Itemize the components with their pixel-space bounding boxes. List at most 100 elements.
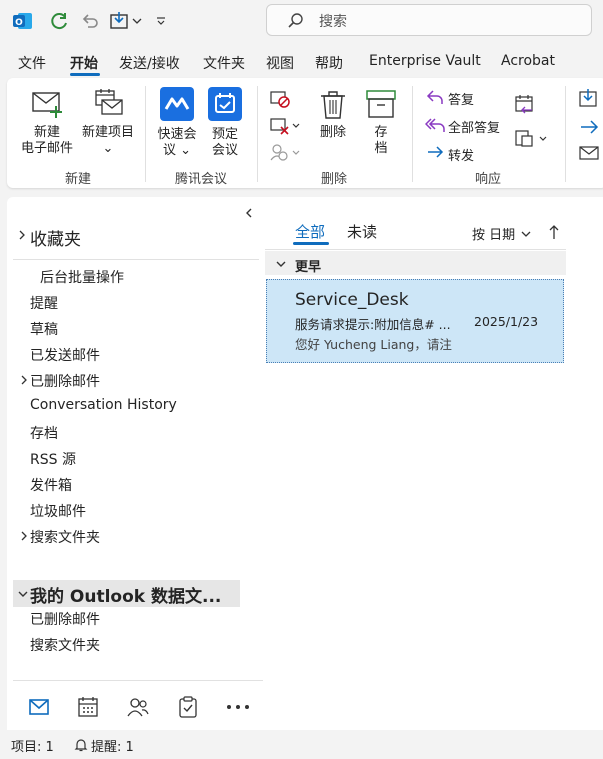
schedule-meeting-icon (208, 87, 242, 121)
active-tab-indicator (70, 73, 100, 76)
status-bar: 项目: 1 提醒: 1 (0, 730, 603, 759)
svg-text:O: O (15, 18, 23, 28)
chevron-down-icon[interactable] (17, 588, 29, 602)
reply-all-icon (425, 118, 445, 132)
favorites-header[interactable]: 收藏夹 (30, 225, 81, 250)
item-count: 项目: 1 (11, 740, 54, 755)
new-item-dropdown-icon: ⌄ (102, 141, 114, 156)
tab-enterprise-vault[interactable]: Enterprise Vault (369, 53, 481, 69)
search-placeholder: 搜索 (319, 14, 347, 30)
search-icon (288, 13, 303, 28)
sort-direction-icon[interactable] (548, 224, 560, 240)
forward-label: 转发 (448, 149, 475, 164)
undo-icon[interactable] (78, 10, 102, 32)
chevron-right-icon[interactable] (18, 229, 26, 244)
filter-active-indicator (293, 242, 329, 245)
divider (13, 259, 259, 260)
chevron-right-icon[interactable] (20, 374, 28, 389)
folder-item[interactable]: 发件箱 (30, 475, 72, 495)
folder-item[interactable]: 已发送邮件 (30, 345, 100, 365)
schedule-meeting-label-2: 会议 (211, 143, 238, 158)
archive-label-1: 存 (374, 125, 388, 140)
tab-file[interactable]: 文件 (18, 53, 46, 73)
new-email-label-1: 新建 (33, 125, 60, 140)
clean-up-icon[interactable] (269, 115, 303, 137)
tab-help[interactable]: 帮助 (315, 53, 343, 73)
filter-unread-tab[interactable]: 未读 (347, 221, 377, 242)
title-bar: O 搜索 (0, 0, 603, 44)
folder-item[interactable]: 搜索文件夹 (30, 635, 100, 655)
reply-all-label: 全部答复 (448, 121, 501, 136)
people-nav-icon[interactable] (126, 695, 150, 719)
message-list-pane: 全部 未读 按 日期 更早 Service_Desk 服务请求提示:附加信息# … (263, 197, 603, 730)
reply-all-button[interactable]: 全部答复 (425, 115, 521, 136)
ignore-icon[interactable] (269, 88, 291, 110)
archive-button[interactable]: 存 档 (361, 88, 401, 157)
new-item-label: 新建项目 (81, 125, 134, 140)
tab-acrobat[interactable]: Acrobat (501, 53, 555, 69)
folder-item[interactable]: 草稿 (30, 319, 58, 339)
schedule-meeting-button[interactable]: 预定 会议 (205, 86, 245, 159)
new-email-button[interactable]: 新建 电子邮件 (15, 88, 79, 157)
group-tencent-label: 腾讯会议 (175, 172, 228, 187)
tab-send-receive[interactable]: 发送/接收 (119, 53, 180, 73)
tab-home[interactable]: 开始 (70, 53, 98, 73)
folder-item[interactable]: 已删除邮件 (30, 371, 100, 391)
data-file-header[interactable]: 我的 Outlook 数据文... (30, 582, 221, 607)
folder-item[interactable]: 存档 (30, 423, 58, 443)
folder-pane: 收藏夹 后台批量操作 提醒 草稿 已发送邮件 已删除邮件 Conversatio… (7, 197, 263, 730)
tab-view[interactable]: 视图 (266, 53, 294, 73)
archive-label-2: 档 (374, 141, 388, 156)
ribbon-divider (257, 86, 258, 182)
quick-meeting-button[interactable]: 快速会 议 ⌄ (153, 86, 201, 159)
tasks-nav-icon[interactable] (176, 695, 200, 719)
mail-icon[interactable] (577, 142, 601, 164)
message-item[interactable]: Service_Desk 服务请求提示:附加信息# ... 2025/1/23 … (266, 279, 564, 363)
message-sender: Service_Desk (295, 290, 409, 310)
tencent-meeting-icon (160, 87, 194, 121)
chevron-down-icon[interactable] (275, 259, 287, 269)
new-email-icon (32, 92, 62, 118)
reply-label: 答复 (448, 93, 475, 108)
send-receive-icon[interactable] (47, 10, 71, 32)
meeting-reply-icon[interactable] (513, 94, 537, 116)
favorite-folder-item[interactable]: 后台批量操作 (40, 267, 124, 287)
new-item-button[interactable]: 新建项目 ⌄ (79, 88, 137, 157)
group-respond-label: 响应 (475, 172, 502, 187)
sort-by-date[interactable]: 按 日期 (472, 224, 515, 243)
schedule-meeting-label-1: 预定 (211, 127, 238, 142)
divider (265, 249, 566, 250)
reminder-count[interactable]: 提醒: 1 (91, 736, 134, 755)
move-to-folder-icon[interactable] (107, 10, 145, 32)
tab-folder[interactable]: 文件夹 (203, 53, 245, 73)
group-delete-label: 删除 (321, 172, 348, 187)
customize-toolbar-icon[interactable] (153, 10, 169, 32)
filter-all-tab[interactable]: 全部 (295, 221, 325, 242)
group-new-label: 新建 (65, 172, 92, 187)
delete-button[interactable]: 删除 (313, 88, 353, 141)
rules-arrow-icon[interactable] (577, 116, 601, 138)
more-apps-icon[interactable] (226, 695, 250, 719)
calendar-nav-icon[interactable] (76, 695, 100, 719)
delete-label: 删除 (319, 125, 346, 140)
chevron-right-icon[interactable] (20, 530, 28, 545)
ribbon: 新建 电子邮件 新建项目 ⌄ 新建 快速会 议 ⌄ 预定 会议 腾讯会议 删除 … (7, 78, 603, 188)
sort-dropdown-icon[interactable] (520, 229, 532, 239)
forward-icon (428, 146, 444, 158)
forward-button[interactable]: 转发 (425, 143, 505, 164)
folder-item[interactable]: 搜索文件夹 (30, 527, 100, 547)
folder-item[interactable]: Conversation History (30, 397, 177, 413)
collapse-pane-icon[interactable] (244, 207, 254, 219)
reply-button[interactable]: 答复 (425, 87, 505, 108)
more-respond-icon[interactable] (513, 128, 551, 150)
folder-item[interactable]: 已删除邮件 (30, 609, 100, 629)
move-icon[interactable] (577, 88, 601, 110)
folder-item[interactable]: 提醒 (30, 293, 58, 313)
folder-item[interactable]: 垃圾邮件 (30, 501, 86, 521)
folder-item[interactable]: RSS 源 (30, 449, 76, 469)
message-subject: 服务请求提示:附加信息# ... (295, 317, 451, 332)
search-input[interactable]: 搜索 (266, 4, 592, 36)
quick-meeting-label-2: 议 ⌄ (162, 143, 192, 158)
junk-icon[interactable] (269, 142, 303, 164)
mail-nav-icon[interactable] (27, 695, 51, 719)
